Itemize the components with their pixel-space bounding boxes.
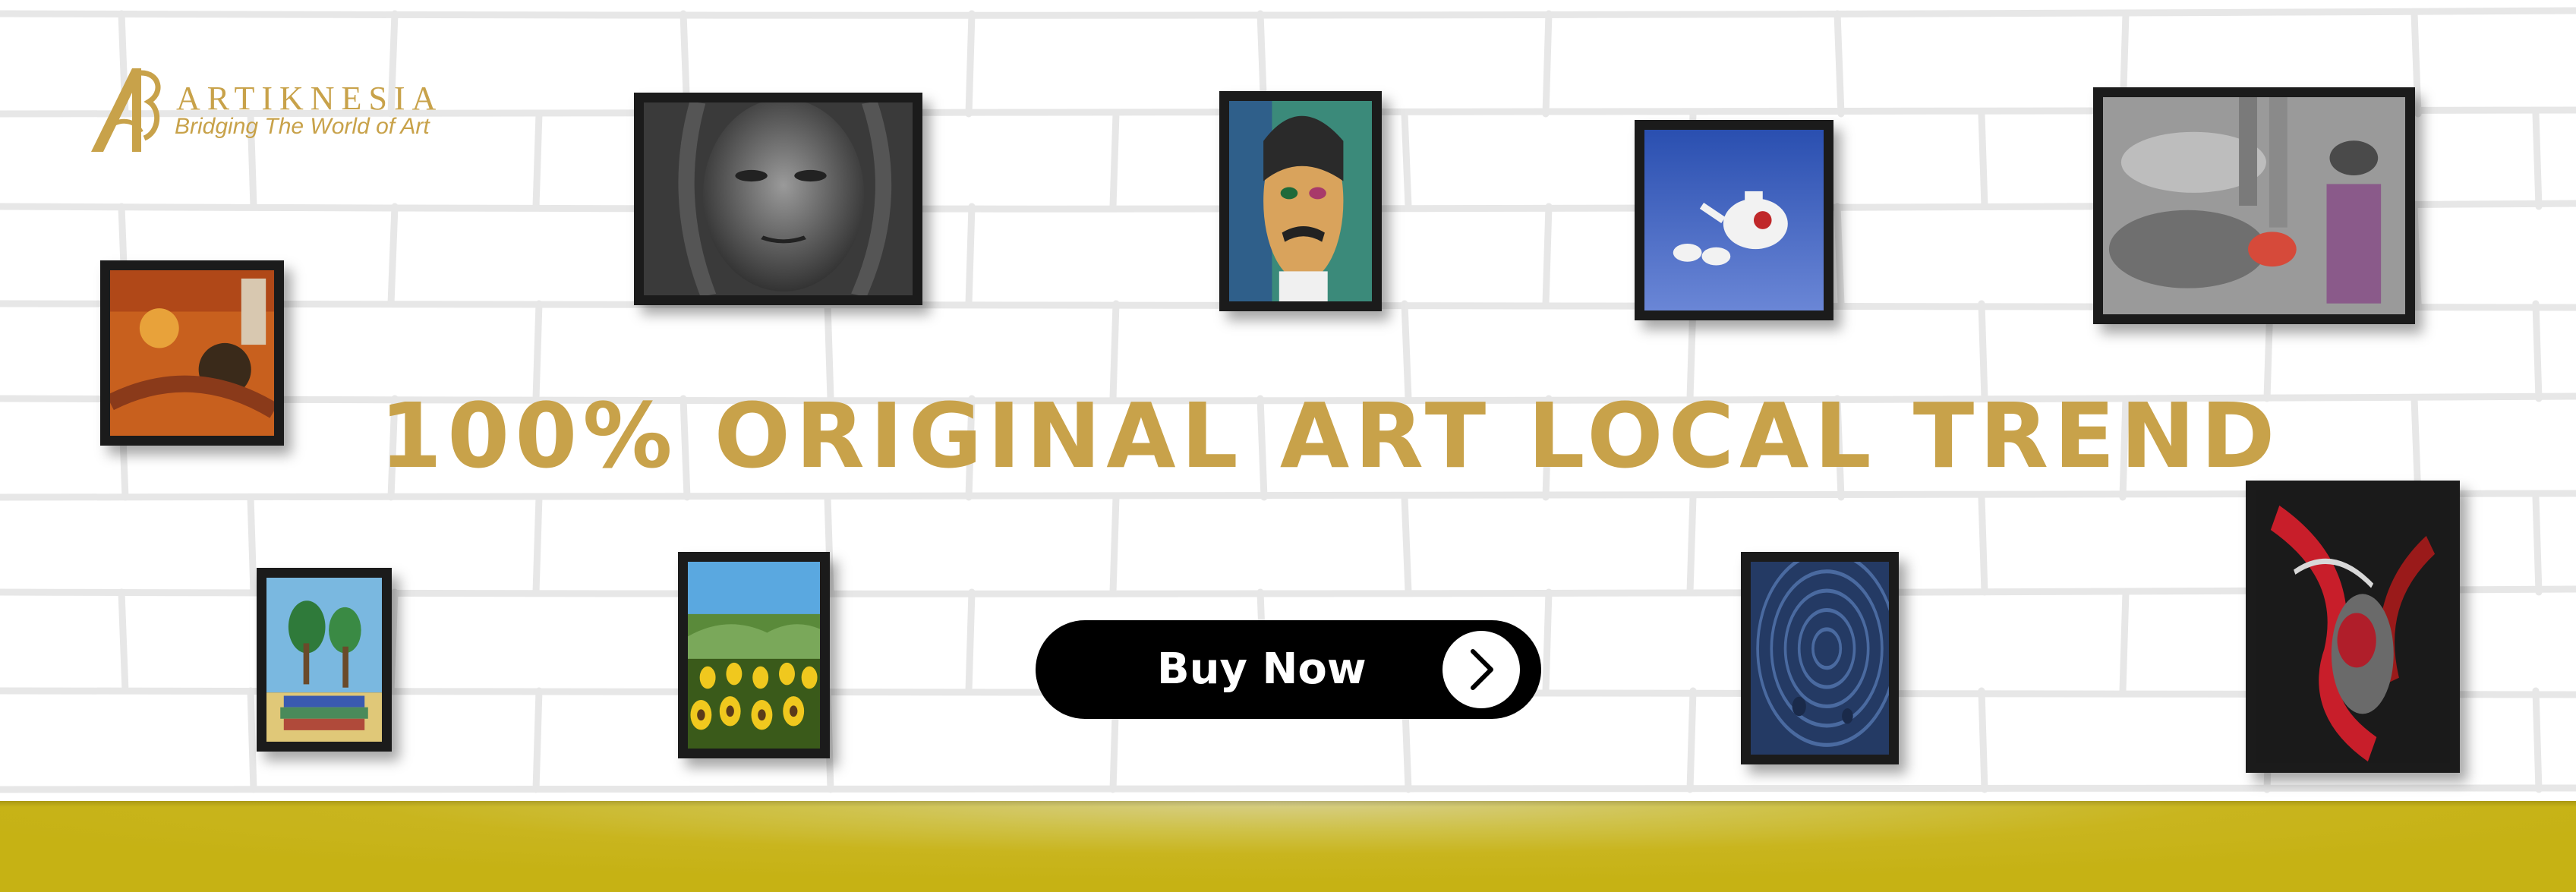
abstract-orange-image [110, 270, 274, 436]
artwork-teapot[interactable] [1635, 120, 1833, 320]
artwork-colorful-portrait[interactable] [1219, 91, 1382, 311]
headline: 100% ORIGINAL ART LOCAL TREND [380, 383, 2281, 488]
artwork-trees-on-books[interactable] [257, 568, 392, 752]
brand-logo[interactable]: ARTIKNESIA Bridging The World of Art [85, 62, 480, 161]
artwork-blue-pattern[interactable] [1741, 552, 1899, 764]
trees-on-books-image [266, 578, 382, 742]
brand-tagline: Bridging The World of Art [175, 114, 430, 139]
blue-pattern-image [1751, 562, 1889, 755]
artwork-red-hands[interactable] [2246, 481, 2460, 773]
portrait-woman-image [644, 102, 913, 295]
woman-cooking-image [2103, 97, 2405, 314]
sunflower-field-image [688, 562, 820, 749]
artiknesia-logo-icon [91, 68, 161, 152]
colorful-portrait-image [1229, 101, 1372, 301]
buy-now-button[interactable]: Buy Now [1036, 620, 1541, 719]
floor-gradient [0, 801, 2576, 892]
buy-now-label: Buy Now [1157, 645, 1367, 694]
chevron-right-icon [1442, 631, 1520, 708]
artwork-sunflower-field[interactable] [678, 552, 830, 758]
brand-name: ARTIKNESIA [176, 80, 443, 117]
red-hands-image [2256, 490, 2450, 763]
artwork-portrait-woman[interactable] [634, 93, 922, 305]
artwork-abstract-orange[interactable] [100, 260, 284, 446]
teapot-image [1644, 130, 1824, 310]
artwork-woman-cooking[interactable] [2093, 87, 2415, 324]
